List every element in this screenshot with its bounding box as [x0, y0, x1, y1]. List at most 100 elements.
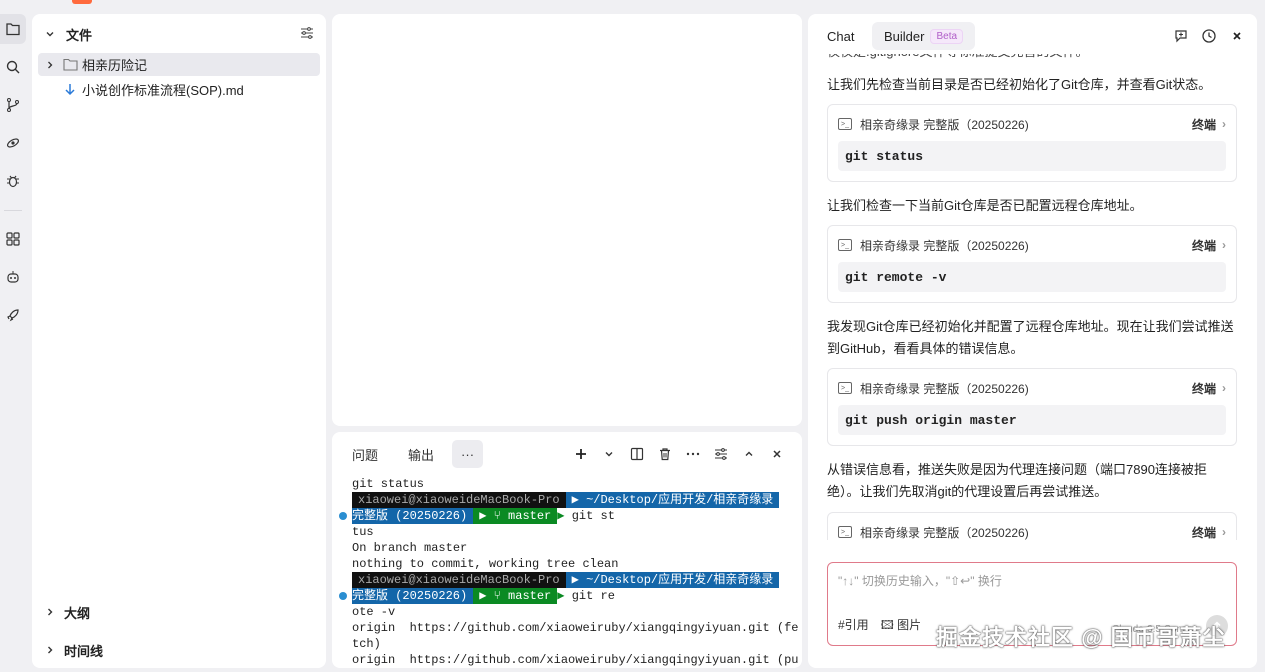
- chat-message: 从错误信息看，推送失败是因为代理连接问题（端口7890连接被拒绝）。让我们先取消…: [827, 462, 1207, 499]
- prompt-branch: ▶ ⑂ master: [473, 588, 558, 604]
- chevron-right-icon: ›: [1222, 238, 1226, 252]
- terminal-icon: >_: [838, 382, 852, 394]
- terminal-prompt: xiaowei@xiaoweideMacBook-Pro ▶ ~/Desktop/…: [352, 572, 797, 588]
- debug-icon[interactable]: [0, 166, 26, 196]
- command-marker-icon: [339, 592, 347, 600]
- command-marker-icon: [339, 512, 347, 520]
- activity-bar: [0, 0, 26, 672]
- chevron-right-icon: ›: [1222, 381, 1226, 395]
- command-code[interactable]: git remote -v: [838, 262, 1226, 292]
- close-icon[interactable]: [766, 443, 788, 465]
- chat-header: Chat Builder Beta: [808, 22, 1257, 50]
- watermark-text: 掘金技术社区 @ 国币哥萧尘: [936, 625, 1226, 650]
- app-badge: [72, 0, 92, 4]
- terminal-line: nothing to commit, working tree clean: [352, 557, 619, 571]
- command-code[interactable]: git status: [838, 141, 1226, 171]
- command-card-header: >_ 相亲奇缘录 完整版（20250226) 终端 ›: [838, 236, 1226, 254]
- section-label: 大纲: [64, 605, 91, 621]
- chat-input-placeholder[interactable]: "↑↓" 切换历史输入，"⇧↩" 换行: [838, 572, 1002, 589]
- chevron-right-icon: ›: [1222, 525, 1226, 539]
- chat-message: 仅仅是.gitignore文件等标准提交完善的文件。: [827, 54, 1239, 63]
- ai-chat-panel: Chat Builder Beta 仅仅是.gitignore文件等标准提交完善…: [808, 14, 1257, 668]
- open-terminal-link[interactable]: 终端 ›: [1192, 116, 1226, 133]
- command-card[interactable]: >_ 相亲奇缘录 完整版（20250226) 终端 › git status: [827, 104, 1237, 182]
- more-icon[interactable]: [682, 443, 704, 465]
- section-outline[interactable]: 大纲: [32, 600, 326, 624]
- open-terminal-link[interactable]: 终端 ›: [1192, 524, 1226, 541]
- trash-icon[interactable]: [654, 443, 676, 465]
- files-icon[interactable]: [0, 14, 26, 44]
- section-label: 时间线: [64, 643, 104, 659]
- new-chat-icon[interactable]: [1170, 25, 1192, 47]
- image-button[interactable]: 🖾 图片: [881, 616, 921, 637]
- terminal-command: git re: [571, 589, 615, 603]
- tree-file-item[interactable]: 小说创作标准流程(SOP).md: [38, 78, 320, 101]
- tab-output[interactable]: 输出: [396, 440, 446, 468]
- rocket-icon[interactable]: [0, 300, 26, 330]
- command-card[interactable]: >_ 相亲奇缘录 完整版（20250226) 终端 › git remote -v: [827, 225, 1237, 303]
- terminal-command: git st: [571, 509, 615, 523]
- split-icon[interactable]: [626, 443, 648, 465]
- chevron-up-icon[interactable]: [738, 443, 760, 465]
- tab-chat[interactable]: Chat: [827, 22, 854, 50]
- extensions-icon[interactable]: [0, 224, 26, 254]
- quote-button[interactable]: #引用: [838, 616, 869, 637]
- source-control-icon[interactable]: [0, 90, 26, 120]
- terminal-line: On branch master: [352, 541, 468, 555]
- filter-settings-icon[interactable]: [300, 26, 314, 43]
- plus-icon[interactable]: [570, 443, 592, 465]
- tab-builder[interactable]: Builder Beta: [872, 22, 976, 50]
- command-workspace: 相亲奇缘录 完整版（20250226): [860, 381, 1029, 396]
- prompt-path: ▶ ~/Desktop/应用开发/相亲奇缘录: [565, 572, 780, 588]
- terminal-line: origin https://github.com/xiaoweiruby/xi…: [352, 621, 799, 635]
- command-code[interactable]: git push origin master: [838, 405, 1226, 435]
- command-workspace: 相亲奇缘录 完整版（20250226): [860, 238, 1029, 253]
- chevron-right-icon: ›: [1222, 117, 1226, 131]
- chevron-down-icon[interactable]: [42, 26, 58, 42]
- terminal-line: ote -v: [352, 605, 396, 619]
- folder-icon: [62, 57, 78, 73]
- open-terminal-link[interactable]: 终端 ›: [1192, 237, 1226, 254]
- editor-area[interactable]: [332, 14, 802, 426]
- ai-bot-icon[interactable]: [0, 262, 26, 292]
- prompt-path: ▶ ~/Desktop/应用开发/相亲奇缘录: [565, 492, 780, 508]
- prompt-path-cont: 完整版 (20250226): [352, 588, 474, 604]
- command-card[interactable]: >_ 相亲奇缘录 完整版（20250226) 终端 › git push orig…: [827, 368, 1237, 446]
- tab-problems[interactable]: 问题: [340, 440, 390, 468]
- terminal-line: tch): [352, 637, 381, 651]
- command-workspace: 相亲奇缘录 完整版（20250226): [860, 117, 1029, 132]
- terminal-line: tus: [352, 525, 374, 539]
- chevron-right-icon: [42, 604, 58, 620]
- close-icon[interactable]: [1226, 25, 1248, 47]
- chat-message: 我发现Git仓库已经初始化并配置了远程仓库地址。现在让我们尝试推送到GitHub…: [827, 319, 1234, 356]
- remote-icon[interactable]: [0, 128, 26, 158]
- open-terminal-link[interactable]: 终端 ›: [1192, 380, 1226, 397]
- beta-badge: Beta: [930, 28, 964, 44]
- command-card[interactable]: >_ 相亲奇缘录 完整版（20250226) 终端 ›: [827, 512, 1237, 540]
- terminal-line: origin https://github.com/xiaoweiruby/xi…: [352, 653, 799, 667]
- explorer-header[interactable]: 文件: [32, 22, 326, 46]
- chat-messages[interactable]: 仅仅是.gitignore文件等标准提交完善的文件。 让我们先检查当前目录是否已…: [808, 54, 1257, 540]
- chevron-right-icon: [42, 642, 58, 658]
- settings-sliders-icon[interactable]: [710, 443, 732, 465]
- chevron-down-icon[interactable]: [598, 443, 620, 465]
- chat-message: 让我们检查一下当前Git仓库是否已配置远程仓库地址。: [827, 198, 1143, 213]
- terminal-output[interactable]: git status xiaowei@xiaoweideMacBook-Pro ▶…: [339, 476, 799, 668]
- tab-more[interactable]: ···: [452, 440, 484, 468]
- terminal-icon: >_: [838, 118, 852, 130]
- command-card-header: >_ 相亲奇缘录 完整版（20250226) 终端 ›: [838, 523, 1226, 540]
- section-timeline[interactable]: 时间线: [32, 638, 326, 662]
- input-tools: #引用 🖾 图片: [838, 616, 921, 637]
- tree-item-label: 小说创作标准流程(SOP).md: [82, 83, 244, 98]
- panel-tabs: 问题 输出 ···: [340, 440, 484, 468]
- prompt-branch: ▶ ⑂ master: [473, 508, 558, 524]
- tree-folder-item[interactable]: 相亲历险记: [38, 53, 320, 76]
- terminal-prompt: 完整版 (20250226) ▶ ⑂ master ▶ git re: [339, 588, 797, 604]
- terminal-line: git status: [352, 477, 425, 491]
- command-card-header: >_ 相亲奇缘录 完整版（20250226) 终端 ›: [838, 115, 1226, 133]
- search-icon[interactable]: [0, 52, 26, 82]
- terminal-panel: 问题 输出 ··· git status xiaowei@xiaoweideMa…: [332, 432, 802, 668]
- tab-builder-label: Builder: [884, 28, 925, 44]
- history-icon[interactable]: [1198, 25, 1220, 47]
- markdown-file-icon: [62, 82, 78, 98]
